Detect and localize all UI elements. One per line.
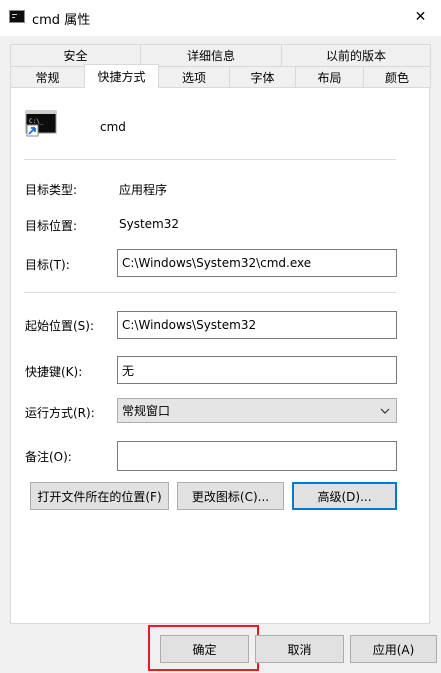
comment-label: 备注(O): — [25, 450, 72, 464]
target-input[interactable]: C:\Windows\System32\cmd.exe — [117, 249, 397, 277]
comment-input[interactable] — [117, 441, 397, 471]
start-in-input-value: C:\Windows\System32 — [122, 318, 257, 332]
tab-label: 快捷方式 — [97, 70, 146, 84]
button-label: 取消 — [287, 642, 312, 657]
close-icon: ✕ — [414, 9, 427, 25]
cmd-icon — [9, 10, 25, 23]
apply-button[interactable]: 应用(A) — [350, 635, 437, 663]
target-label: 目标(T): — [25, 258, 70, 272]
tab-details[interactable]: 详细信息 — [140, 44, 282, 66]
run-label: 运行方式(R): — [25, 406, 95, 420]
tab-label: 颜色 — [384, 71, 409, 85]
tab-layout[interactable]: 布局 — [295, 66, 364, 88]
tab-label: 安全 — [63, 49, 88, 63]
open-file-location-button[interactable]: 打开文件所在的位置(F) — [30, 482, 169, 510]
cancel-button[interactable]: 取消 — [255, 635, 344, 663]
svg-text:C:\_: C:\_ — [29, 118, 44, 125]
change-icon-button[interactable]: 更改图标(C)... — [177, 482, 284, 510]
close-button[interactable]: ✕ — [400, 0, 441, 34]
start-in-input[interactable]: C:\Windows\System32 — [117, 311, 397, 339]
tab-colors[interactable]: 颜色 — [363, 66, 431, 88]
target-type-label: 目标类型: — [25, 183, 78, 197]
hotkey-input-value: 无 — [122, 363, 135, 378]
hotkey-input[interactable]: 无 — [117, 356, 397, 384]
advanced-button[interactable]: 高级(D)... — [292, 482, 397, 510]
tab-security[interactable]: 安全 — [10, 44, 141, 66]
button-label: 应用(A) — [372, 642, 415, 657]
target-input-value: C:\Windows\System32\cmd.exe — [122, 256, 312, 270]
chevron-down-icon — [380, 405, 390, 419]
highlight-box — [148, 625, 259, 671]
start-in-label: 起始位置(S): — [25, 319, 95, 333]
shortcut-name: cmd — [100, 120, 126, 134]
tab-label: 常规 — [35, 71, 60, 85]
tab-options[interactable]: 选项 — [158, 66, 230, 88]
tab-previous-versions[interactable]: 以前的版本 — [281, 44, 431, 66]
hotkey-label: 快捷键(K): — [25, 365, 83, 379]
shortcut-icon: C:\_ — [25, 110, 57, 137]
target-location-value: System32 — [119, 217, 180, 231]
divider — [24, 292, 396, 293]
tab-label: 详细信息 — [186, 49, 235, 63]
tab-general[interactable]: 常规 — [10, 66, 85, 88]
run-select-value: 常规窗口 — [122, 404, 171, 418]
divider — [24, 159, 396, 160]
tab-label: 布局 — [317, 71, 342, 85]
tab-label: 选项 — [181, 71, 206, 85]
target-location-label: 目标位置: — [25, 219, 78, 233]
button-label: 打开文件所在的位置(F) — [37, 489, 162, 504]
button-label: 更改图标(C)... — [191, 489, 270, 504]
tab-label: 以前的版本 — [325, 49, 386, 63]
tab-label: 字体 — [250, 71, 275, 85]
title-bar: cmd 属性 ✕ — [0, 0, 441, 36]
button-label: 高级(D)... — [317, 489, 372, 504]
window-title: cmd 属性 — [32, 13, 91, 28]
tab-font[interactable]: 字体 — [229, 66, 296, 88]
run-select[interactable]: 常规窗口 — [117, 398, 397, 423]
tab-shortcut[interactable]: 快捷方式 — [84, 64, 159, 88]
target-type-value: 应用程序 — [119, 183, 168, 197]
